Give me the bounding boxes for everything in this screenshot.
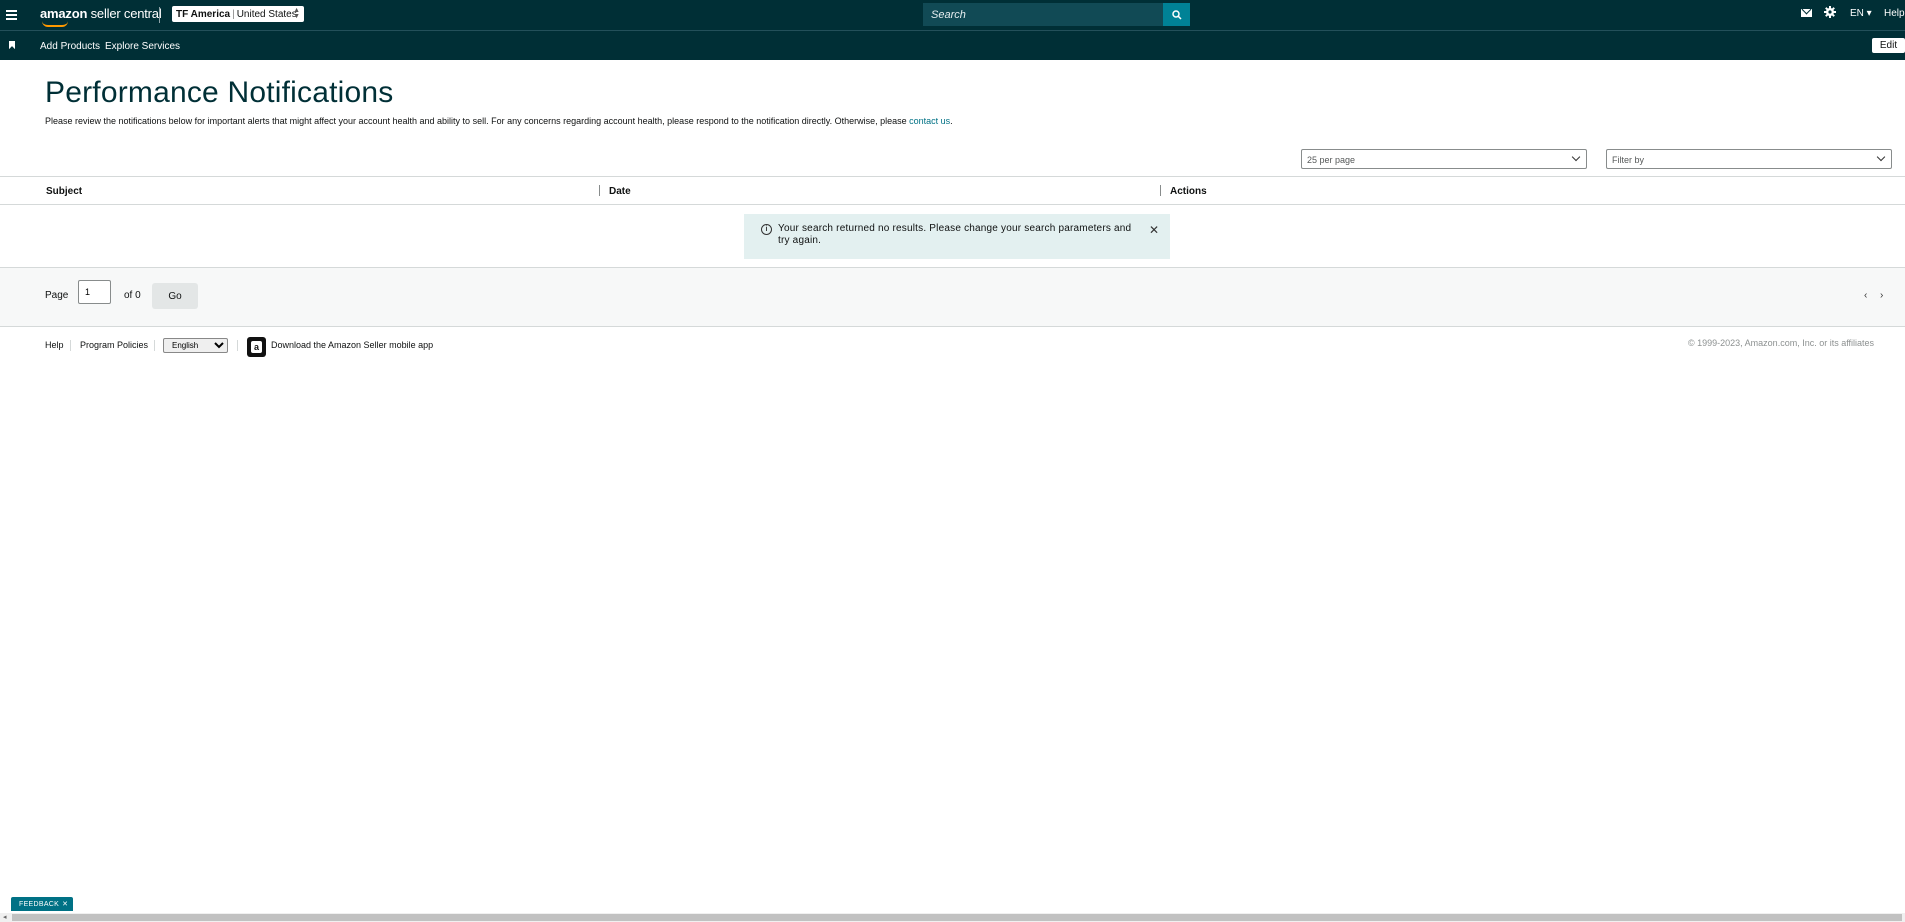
updown-arrow-icon: ▲ ▼ [293,7,300,20]
description-suffix: . [950,116,953,126]
account-separator: | [232,8,235,20]
chevron-left-icon[interactable]: ‹ [1864,290,1867,301]
footer-divider [154,340,155,351]
page-total-label: of 0 [124,290,141,301]
copyright-text: © 1999-2023, Amazon.com, Inc. or its aff… [1688,338,1875,348]
info-icon: i [761,224,772,235]
column-header-subject[interactable]: Subject [46,186,82,197]
search-input[interactable] [923,3,1163,26]
account-name: TF America [176,8,231,20]
amazon-app-icon[interactable]: a [247,337,266,357]
nav-item-add-products[interactable]: Add Products [40,41,100,52]
horizontal-scrollbar[interactable]: ◂ [0,913,1905,922]
footer-language-select[interactable]: English [163,338,228,353]
feedback-label: FEEDBACK [19,900,60,908]
go-button[interactable]: Go [152,283,198,309]
mail-icon[interactable] [1801,9,1812,17]
footer-divider [237,340,238,351]
page-number-input[interactable] [78,280,111,304]
nav-item-explore-services[interactable]: Explore Services [105,41,180,52]
footer-divider [70,340,71,351]
filter-by-placeholder: Filter by [1612,155,1645,165]
account-switcher[interactable]: TF America | United States ▲ ▼ [172,6,304,22]
per-page-dropdown[interactable]: 25 per page [1301,149,1587,169]
page-label: Page [45,290,69,301]
amazon-seller-central-logo[interactable]: amazon seller central [40,6,162,27]
gear-icon[interactable] [1824,6,1836,18]
column-divider [1160,185,1161,196]
logo-suffix: seller central [90,6,162,21]
description-text: Please review the notifications below fo… [45,116,910,126]
feedback-button[interactable]: FEEDBACK ✕ [11,897,73,911]
menu-icon[interactable] [6,8,18,22]
alert-message: Your search returned no results. Please … [778,223,1132,246]
page-description: Please review the notifications below fo… [45,116,953,126]
edit-nav-button[interactable]: Edit [1872,38,1905,53]
chevron-down-icon [1571,152,1581,162]
help-link[interactable]: Help [1884,8,1905,19]
chevron-down-icon [1876,152,1886,162]
search-icon [1171,9,1182,20]
download-app-link[interactable]: Download the Amazon Seller mobile app [271,340,433,350]
footer-help-link[interactable]: Help [45,340,64,350]
close-icon[interactable]: ✕ [62,900,68,908]
search-button[interactable] [1163,3,1190,26]
account-region: United States [236,8,297,20]
scrollbar-thumb[interactable] [12,914,1902,921]
amazon-smile-icon [42,21,68,27]
column-header-actions: Actions [1170,186,1207,197]
program-policies-link[interactable]: Program Policies [80,340,148,350]
logo-prefix: amazon [40,6,88,21]
chevron-right-icon[interactable]: › [1880,290,1883,301]
column-divider [599,185,600,196]
scroll-left-arrow-icon[interactable]: ◂ [3,913,7,921]
close-icon[interactable]: ✕ [1149,223,1159,237]
nav-bar: Add Products Explore Services Edit [0,30,1905,60]
pagination-bar: Page of 0 Go ‹ › [0,267,1905,327]
no-results-alert: i Your search returned no results. Pleas… [744,214,1170,259]
table-header: Subject Date Actions [0,176,1905,205]
per-page-value: 25 per page [1307,155,1356,165]
filter-by-dropdown[interactable]: Filter by [1606,149,1892,169]
contact-us-link[interactable]: contact us [909,116,950,126]
header-divider [159,7,160,23]
language-selector[interactable]: EN ▾ [1850,8,1872,19]
footer: Help Program Policies English a Download… [0,328,1905,368]
bookmark-icon[interactable] [9,41,15,49]
column-header-date[interactable]: Date [609,186,631,197]
page-title: Performance Notifications [45,76,394,109]
top-header: amazon seller central TF America | United … [0,0,1905,30]
